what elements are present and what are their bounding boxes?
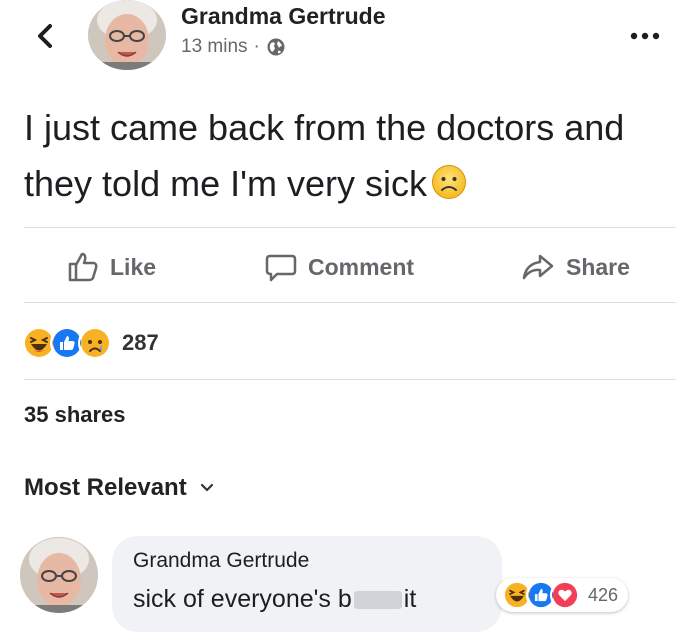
divider: [24, 227, 676, 228]
share-icon: [522, 254, 554, 280]
commenter-avatar[interactable]: [20, 537, 98, 613]
globe-icon: [267, 38, 285, 56]
comment-reaction-count: 426: [588, 584, 619, 605]
reactions-summary[interactable]: 287: [22, 326, 159, 360]
divider: [24, 302, 676, 303]
shares-count[interactable]: 35 shares: [24, 402, 126, 428]
post-time[interactable]: 13 mins: [181, 36, 248, 58]
like-button[interactable]: Like: [66, 248, 156, 286]
comment-sort-dropdown[interactable]: Most Relevant: [24, 474, 215, 502]
post-text: I just came back from the doctors and th…: [24, 100, 674, 212]
sort-label: Most Relevant: [24, 474, 187, 501]
more-icon: [630, 32, 660, 40]
more-options-button[interactable]: [630, 28, 660, 46]
back-button[interactable]: [28, 18, 64, 54]
comment-text: sick of everyone's b it: [133, 585, 416, 614]
like-label: Like: [110, 253, 157, 280]
comment-label: Comment: [308, 253, 415, 280]
meta-separator: ·: [253, 36, 260, 57]
reaction-count: 287: [122, 330, 159, 355]
post-text-content: I just came back from the doctors and th…: [24, 107, 625, 204]
comment-text-end: it: [403, 585, 417, 613]
chevron-left-icon: [38, 24, 52, 48]
share-label: Share: [566, 253, 630, 280]
post-author-name[interactable]: Grandma Gertrude: [181, 3, 386, 30]
sad-icon: [78, 326, 112, 360]
love-icon: [550, 580, 580, 610]
comment-reactions[interactable]: 426: [496, 578, 629, 612]
comment-button[interactable]: Comment: [264, 248, 414, 286]
comment-icon: [265, 254, 297, 282]
post-meta: 13 mins ·: [181, 36, 286, 58]
chevron-down-icon: [200, 483, 213, 492]
thumbs-up-icon: [68, 252, 98, 282]
comment-text-start: sick of everyone's b: [133, 585, 352, 613]
censor-blur: [353, 591, 402, 609]
comment-author-name[interactable]: Grandma Gertrude: [133, 549, 309, 573]
author-avatar[interactable]: [88, 0, 166, 70]
divider: [24, 379, 676, 380]
sad-emoji-icon: [431, 160, 467, 199]
share-button[interactable]: Share: [520, 248, 630, 286]
